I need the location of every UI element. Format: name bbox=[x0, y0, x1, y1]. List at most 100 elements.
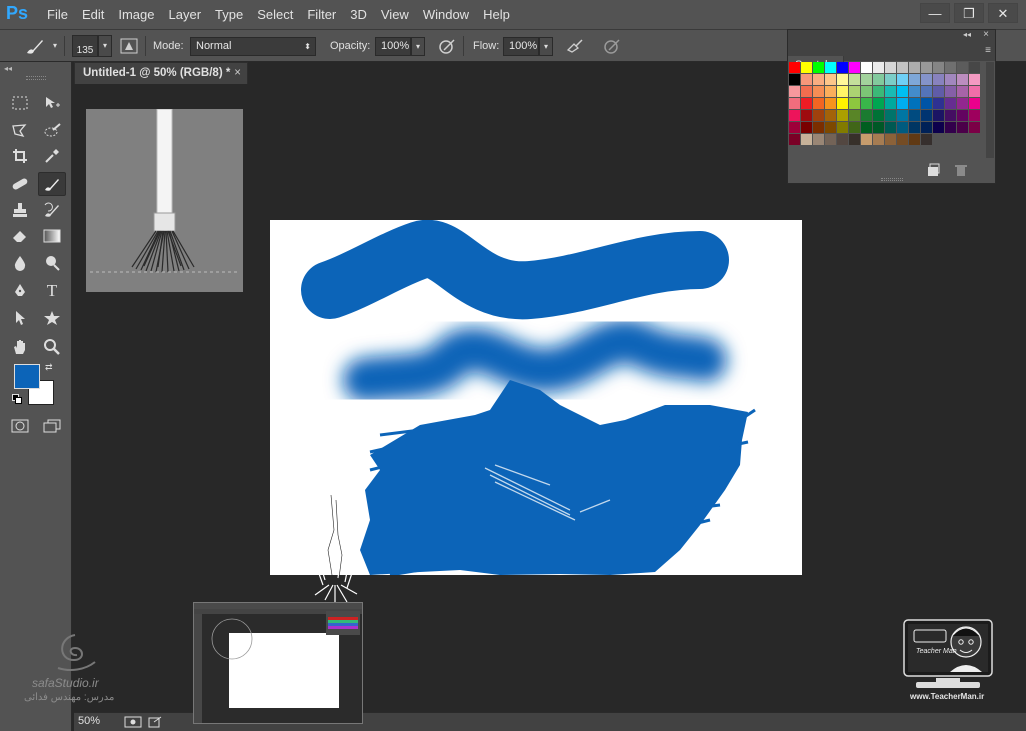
export-icon[interactable] bbox=[148, 716, 162, 728]
color-swatch[interactable] bbox=[825, 122, 837, 134]
color-swatch[interactable] bbox=[849, 86, 861, 98]
color-swatch[interactable] bbox=[861, 110, 873, 122]
color-swatch[interactable] bbox=[897, 110, 909, 122]
color-swatch[interactable] bbox=[837, 74, 849, 86]
color-swatch[interactable] bbox=[957, 98, 969, 110]
color-swatch[interactable] bbox=[957, 86, 969, 98]
color-swatch[interactable] bbox=[897, 62, 909, 74]
color-swatch[interactable] bbox=[825, 110, 837, 122]
close-panel-icon[interactable]: × bbox=[983, 29, 989, 40]
panel-menu-icon[interactable]: ≡ bbox=[985, 45, 991, 56]
menu-view[interactable]: View bbox=[374, 0, 416, 30]
color-swatch[interactable] bbox=[885, 110, 897, 122]
eyedropper-tool-icon[interactable] bbox=[38, 144, 66, 168]
opacity-field[interactable]: 100% bbox=[375, 37, 411, 56]
color-swatch[interactable] bbox=[789, 62, 801, 74]
healing-brush-tool-icon[interactable] bbox=[6, 172, 34, 196]
color-swatch[interactable] bbox=[885, 74, 897, 86]
color-swatch[interactable] bbox=[825, 86, 837, 98]
eraser-tool-icon[interactable] bbox=[6, 224, 34, 248]
menu-3d[interactable]: 3D bbox=[343, 0, 374, 30]
brush-tool-icon[interactable] bbox=[38, 172, 66, 196]
tool-preset-dropdown-icon[interactable]: ▾ bbox=[50, 37, 60, 56]
color-swatch[interactable] bbox=[909, 86, 921, 98]
color-swatch[interactable] bbox=[789, 110, 801, 122]
color-swatch[interactable] bbox=[801, 86, 813, 98]
brush-picker-dropdown-icon[interactable]: ▾ bbox=[98, 35, 112, 57]
screen-mode-icon[interactable] bbox=[38, 414, 66, 438]
color-swatch[interactable] bbox=[885, 98, 897, 110]
color-swatch[interactable] bbox=[921, 134, 933, 146]
history-brush-tool-icon[interactable] bbox=[38, 198, 66, 222]
color-swatch[interactable] bbox=[897, 134, 909, 146]
color-swatch[interactable] bbox=[909, 122, 921, 134]
color-swatch[interactable] bbox=[921, 86, 933, 98]
color-swatch[interactable] bbox=[933, 98, 945, 110]
type-tool-icon[interactable]: T bbox=[38, 279, 66, 303]
color-swatch[interactable] bbox=[837, 122, 849, 134]
color-swatch[interactable] bbox=[969, 110, 981, 122]
color-swatch[interactable] bbox=[861, 98, 873, 110]
color-swatch[interactable] bbox=[945, 122, 957, 134]
color-swatch[interactable] bbox=[885, 122, 897, 134]
color-swatch[interactable] bbox=[825, 98, 837, 110]
opacity-dropdown-icon[interactable]: ▾ bbox=[411, 37, 425, 56]
color-swatch[interactable] bbox=[849, 74, 861, 86]
color-swatch[interactable] bbox=[921, 62, 933, 74]
color-swatch[interactable] bbox=[873, 62, 885, 74]
menu-edit[interactable]: Edit bbox=[75, 0, 111, 30]
color-swatch[interactable] bbox=[801, 134, 813, 146]
color-swatch[interactable] bbox=[813, 86, 825, 98]
color-swatch[interactable] bbox=[849, 62, 861, 74]
color-swatch[interactable] bbox=[861, 62, 873, 74]
color-swatch[interactable] bbox=[837, 98, 849, 110]
color-swatch[interactable] bbox=[909, 110, 921, 122]
color-swatch[interactable] bbox=[945, 74, 957, 86]
menu-type[interactable]: Type bbox=[208, 0, 250, 30]
color-swatch[interactable] bbox=[837, 86, 849, 98]
color-swatch[interactable] bbox=[813, 110, 825, 122]
gradient-tool-icon[interactable] bbox=[38, 224, 66, 248]
brush-size-field[interactable]: 135 bbox=[72, 35, 98, 57]
color-swatch[interactable] bbox=[969, 122, 981, 134]
flow-dropdown-icon[interactable]: ▾ bbox=[539, 37, 553, 56]
color-swatch[interactable] bbox=[813, 134, 825, 146]
airbrush-icon[interactable] bbox=[566, 38, 584, 54]
color-swatch[interactable] bbox=[825, 62, 837, 74]
color-swatch[interactable] bbox=[945, 62, 957, 74]
default-colors-icon[interactable] bbox=[12, 394, 22, 404]
color-swatch[interactable] bbox=[813, 98, 825, 110]
crop-tool-icon[interactable] bbox=[6, 144, 34, 168]
color-swatch[interactable] bbox=[921, 98, 933, 110]
clone-stamp-tool-icon[interactable] bbox=[6, 198, 34, 222]
menu-select[interactable]: Select bbox=[250, 0, 300, 30]
color-swatch[interactable] bbox=[897, 122, 909, 134]
pressure-opacity-icon[interactable] bbox=[438, 38, 456, 54]
quick-mask-icon[interactable] bbox=[6, 414, 34, 438]
panel-grip-icon[interactable] bbox=[881, 178, 903, 181]
menu-layer[interactable]: Layer bbox=[162, 0, 209, 30]
color-swatch[interactable] bbox=[801, 110, 813, 122]
swap-colors-icon[interactable]: ⇄ bbox=[45, 362, 53, 373]
color-swatch[interactable] bbox=[897, 74, 909, 86]
color-swatch[interactable] bbox=[885, 62, 897, 74]
color-swatch[interactable] bbox=[789, 74, 801, 86]
flow-field[interactable]: 100% bbox=[503, 37, 539, 56]
color-swatch[interactable] bbox=[933, 122, 945, 134]
color-swatch[interactable] bbox=[861, 74, 873, 86]
color-swatch[interactable] bbox=[789, 122, 801, 134]
color-swatch[interactable] bbox=[789, 98, 801, 110]
color-swatch[interactable] bbox=[873, 86, 885, 98]
color-swatch[interactable] bbox=[885, 86, 897, 98]
color-swatch[interactable] bbox=[921, 74, 933, 86]
color-swatch[interactable] bbox=[837, 110, 849, 122]
color-swatch[interactable] bbox=[969, 74, 981, 86]
color-swatch[interactable] bbox=[789, 134, 801, 146]
collapse-arrows-icon[interactable]: ◂◂ bbox=[4, 64, 12, 73]
color-swatch[interactable] bbox=[849, 110, 861, 122]
minimize-button[interactable]: — bbox=[920, 3, 950, 23]
color-swatch[interactable] bbox=[873, 110, 885, 122]
foreground-color-swatch[interactable] bbox=[14, 364, 40, 389]
color-swatch[interactable] bbox=[945, 86, 957, 98]
color-swatch[interactable] bbox=[801, 122, 813, 134]
